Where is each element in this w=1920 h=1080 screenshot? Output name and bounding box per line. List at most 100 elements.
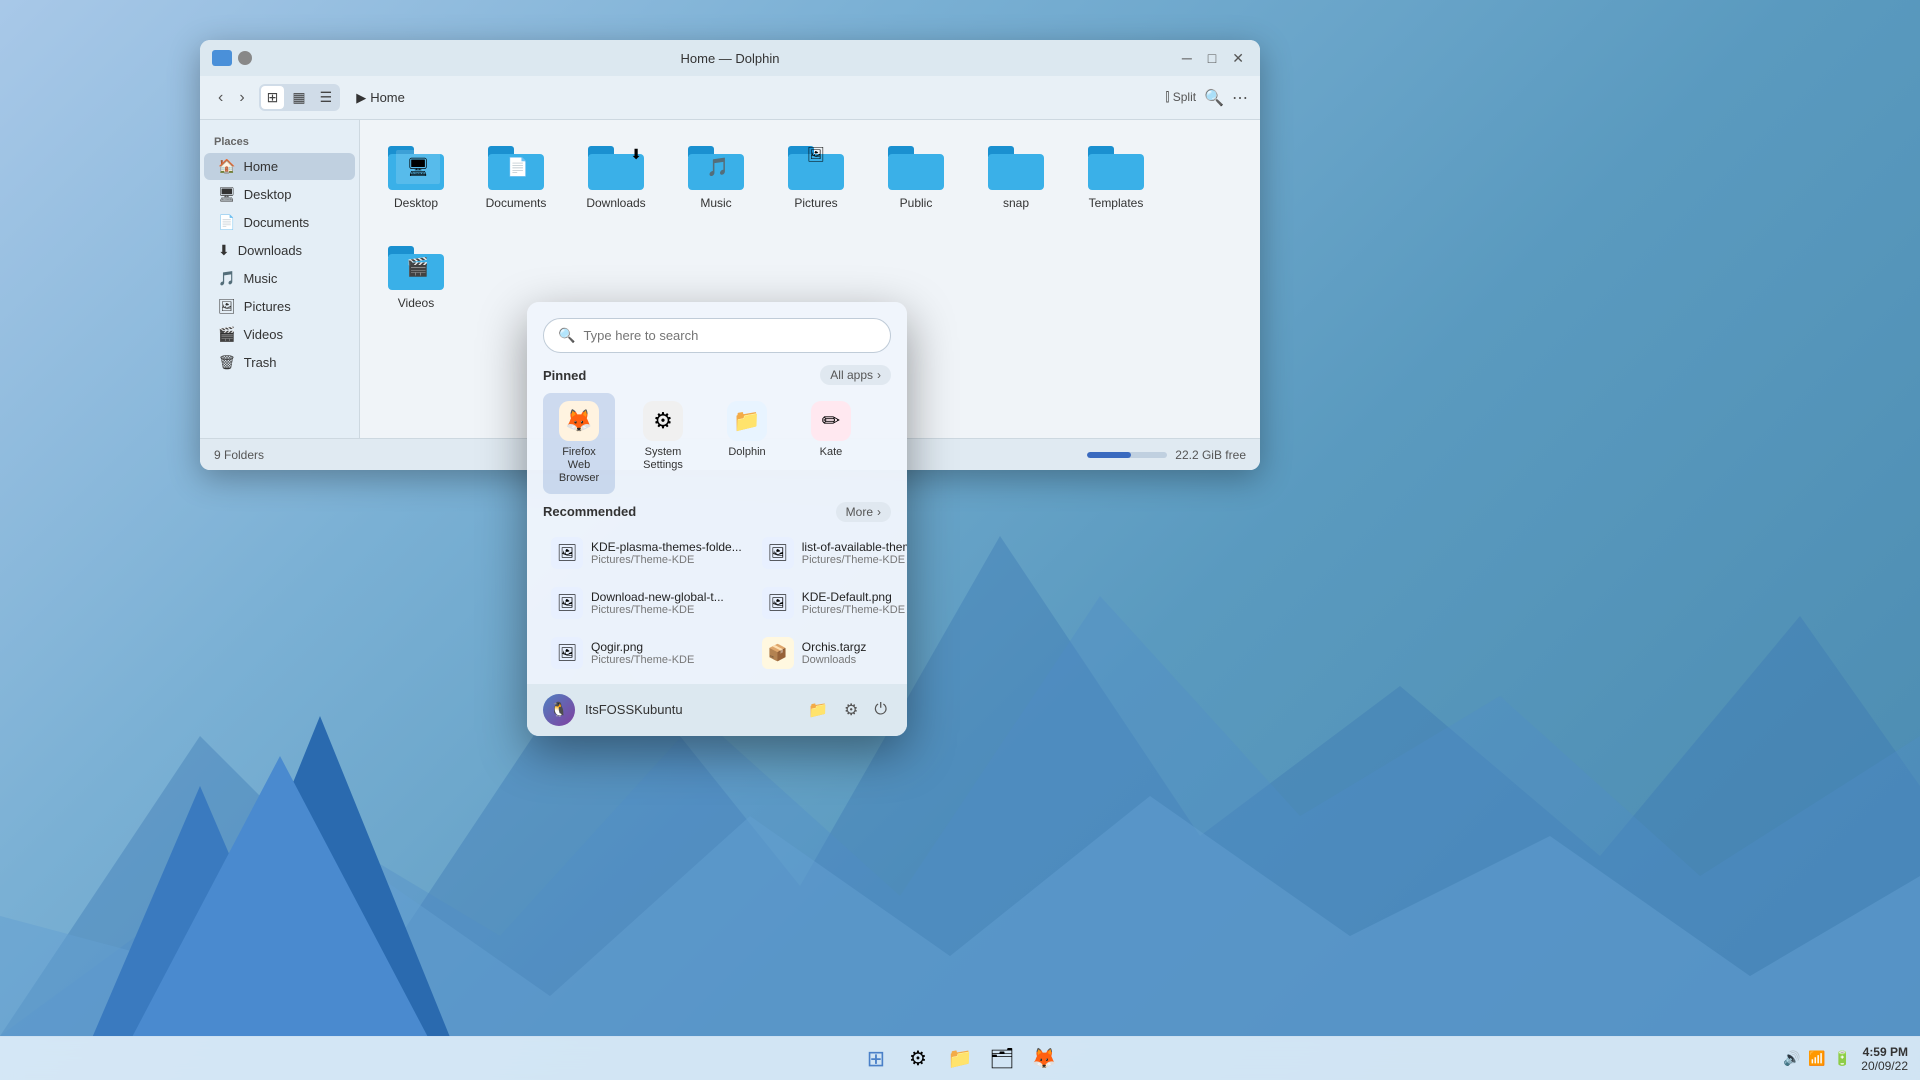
folder-music[interactable]: 🎵 Music bbox=[676, 136, 756, 216]
search-icon: 🔍 bbox=[558, 327, 575, 344]
folder-videos[interactable]: 🎬 Videos bbox=[376, 236, 456, 316]
rec-path-4: Pictures/Theme-KDE bbox=[802, 604, 907, 616]
rec-name-1: KDE-plasma-themes-folde... bbox=[591, 540, 742, 554]
rec-path-2: Pictures/Theme-KDE bbox=[802, 554, 907, 566]
forward-button[interactable]: › bbox=[233, 85, 250, 111]
dolphin-label: Dolphin bbox=[728, 446, 765, 459]
folder-public[interactable]: Public bbox=[876, 136, 956, 216]
storage-bar: 22.2 GiB free bbox=[1087, 448, 1246, 462]
icon-view-button[interactable]: ⊞ bbox=[261, 86, 285, 109]
sidebar-downloads-label: Downloads bbox=[238, 243, 302, 258]
taskbar-center: ⊞ ⚙ 📁 🗂 🦊 bbox=[858, 1041, 1062, 1077]
taskbar-files-button[interactable]: 📁 bbox=[942, 1041, 978, 1077]
sidebar-item-videos[interactable]: 🎬 Videos bbox=[204, 321, 355, 348]
folder-downloads[interactable]: ⬇ Downloads bbox=[576, 136, 656, 216]
search-bar[interactable]: 🔍 bbox=[543, 318, 891, 353]
sidebar-item-music[interactable]: 🎵 Music bbox=[204, 265, 355, 292]
rec-info-6: Orchis.targz Downloads bbox=[802, 640, 907, 666]
folder-templates[interactable]: Templates bbox=[1076, 136, 1156, 216]
folder-desktop-label: Desktop bbox=[394, 196, 438, 210]
folder-downloads-label: Downloads bbox=[586, 196, 645, 210]
settings-footer-button[interactable]: ⚙ bbox=[840, 696, 862, 724]
pictures-icon: 🖼 bbox=[218, 298, 236, 315]
home-icon: 🏠 bbox=[218, 158, 235, 175]
taskbar-firefox-button[interactable]: 🦊 bbox=[1026, 1041, 1062, 1077]
maximize-button[interactable]: □ bbox=[1204, 48, 1220, 68]
clock[interactable]: 4:59 PM 20/09/22 bbox=[1861, 1045, 1908, 1073]
rec-info-5: Qogir.png Pictures/Theme-KDE bbox=[591, 640, 742, 666]
sidebar-item-desktop[interactable]: 🖥 Desktop bbox=[204, 181, 355, 208]
folder-count: 9 Folders bbox=[214, 448, 264, 462]
folder-documents-label: Documents bbox=[486, 196, 547, 210]
menu-icon[interactable]: ⋯ bbox=[1232, 88, 1248, 108]
pinned-kate[interactable]: ✏ Kate bbox=[795, 393, 867, 494]
compact-view-button[interactable]: ▦ bbox=[286, 86, 311, 109]
more-chevron: › bbox=[877, 505, 881, 519]
sidebar-item-trash[interactable]: 🗑 Trash bbox=[204, 349, 355, 376]
taskbar-start-button[interactable]: ⊞ bbox=[858, 1041, 894, 1077]
folder-snap[interactable]: snap bbox=[976, 136, 1056, 216]
tray-network-icon[interactable]: 🔊 bbox=[1781, 1048, 1802, 1069]
rec-info-3: Download-new-global-t... Pictures/Theme-… bbox=[591, 590, 742, 616]
rec-item-6[interactable]: 📦 Orchis.targz Downloads bbox=[754, 630, 907, 676]
tray-battery-icon[interactable]: 🔋 bbox=[1832, 1048, 1853, 1069]
downloads-icon: ⬇ bbox=[218, 242, 230, 259]
sidebar-home-label: Home bbox=[243, 159, 278, 174]
folder-documents[interactable]: 📄 Documents bbox=[476, 136, 556, 216]
rec-name-3: Download-new-global-t... bbox=[591, 590, 742, 604]
taskbar-settings-button[interactable]: ⚙ bbox=[900, 1041, 936, 1077]
rec-name-2: list-of-available-themes-i... bbox=[802, 540, 907, 554]
recommended-section: Recommended More › 🖼 KDE-plasma-themes-f… bbox=[527, 502, 907, 676]
pinned-firefox[interactable]: 🦊 Firefox Web Browser bbox=[543, 393, 615, 494]
rec-name-5: Qogir.png bbox=[591, 640, 742, 654]
rec-item-4[interactable]: 🖼 KDE-Default.png Pictures/Theme-KDE bbox=[754, 580, 907, 626]
minimize-button[interactable]: ─ bbox=[1178, 48, 1196, 68]
footer-actions: 📁 ⚙ ⏻ bbox=[804, 696, 891, 724]
view-toggle: ⊞ ▦ ☰ bbox=[259, 84, 341, 111]
rec-path-5: Pictures/Theme-KDE bbox=[591, 654, 742, 666]
more-label: More bbox=[846, 505, 873, 519]
rec-name-6: Orchis.targz bbox=[802, 640, 907, 654]
all-apps-button[interactable]: All apps › bbox=[820, 365, 891, 385]
recommended-header: Recommended More › bbox=[543, 502, 891, 522]
pinned-dolphin[interactable]: 📁 Dolphin bbox=[711, 393, 783, 494]
rec-item-3[interactable]: 🖼 Download-new-global-t... Pictures/Them… bbox=[543, 580, 750, 626]
sidebar-item-pictures[interactable]: 🖼 Pictures bbox=[204, 293, 355, 320]
taskbar-right: 🔊 📶 🔋 4:59 PM 20/09/22 bbox=[1781, 1045, 1908, 1073]
back-button[interactable]: ‹ bbox=[212, 85, 229, 111]
kate-label: Kate bbox=[820, 446, 843, 459]
folder-videos-label: Videos bbox=[398, 296, 434, 310]
folder-pictures[interactable]: 🖼 Pictures bbox=[776, 136, 856, 216]
folder-public-label: Public bbox=[900, 196, 933, 210]
sidebar-item-documents[interactable]: 📄 Documents bbox=[204, 209, 355, 236]
file-manager-footer-button[interactable]: 📁 bbox=[804, 696, 832, 724]
close-button[interactable]: ✕ bbox=[1228, 48, 1248, 69]
sidebar-item-downloads[interactable]: ⬇ Downloads bbox=[204, 237, 355, 264]
tray-volume-icon[interactable]: 📶 bbox=[1806, 1048, 1827, 1069]
search-icon[interactable]: 🔍 bbox=[1204, 88, 1224, 108]
list-view-button[interactable]: ☰ bbox=[314, 86, 339, 109]
split-icon[interactable]: ⫿ Split bbox=[1166, 90, 1197, 105]
rec-info-4: KDE-Default.png Pictures/Theme-KDE bbox=[802, 590, 907, 616]
rec-name-4: KDE-Default.png bbox=[802, 590, 907, 604]
more-button[interactable]: More › bbox=[836, 502, 891, 522]
dolphin-icon: 📁 bbox=[727, 401, 767, 441]
rec-item-1[interactable]: 🖼 KDE-plasma-themes-folde... Pictures/Th… bbox=[543, 530, 750, 576]
rec-icon-2: 🖼 bbox=[762, 537, 794, 569]
system-settings-label: System Settings bbox=[635, 446, 691, 472]
taskbar-dolphin-button[interactable]: 🗂 bbox=[984, 1041, 1020, 1077]
pinned-header: Pinned All apps › bbox=[543, 365, 891, 385]
folder-desktop[interactable]: 🖥 Desktop bbox=[376, 136, 456, 216]
all-apps-chevron: › bbox=[877, 368, 881, 382]
pinned-system-settings[interactable]: ⚙ System Settings bbox=[627, 393, 699, 494]
window-app-icon bbox=[212, 50, 232, 66]
search-input[interactable] bbox=[583, 328, 876, 343]
sidebar-item-home[interactable]: 🏠 Home bbox=[204, 153, 355, 180]
start-menu: 🔍 Pinned All apps › 🦊 Firefox Web Browse… bbox=[527, 302, 907, 736]
folder-templates-label: Templates bbox=[1089, 196, 1144, 210]
breadcrumb-home[interactable]: Home bbox=[370, 90, 405, 105]
power-footer-button[interactable]: ⏻ bbox=[870, 696, 891, 724]
rec-item-5[interactable]: 🖼 Qogir.png Pictures/Theme-KDE bbox=[543, 630, 750, 676]
window-title: Home — Dolphin bbox=[681, 51, 780, 66]
rec-item-2[interactable]: 🖼 list-of-available-themes-i... Pictures… bbox=[754, 530, 907, 576]
